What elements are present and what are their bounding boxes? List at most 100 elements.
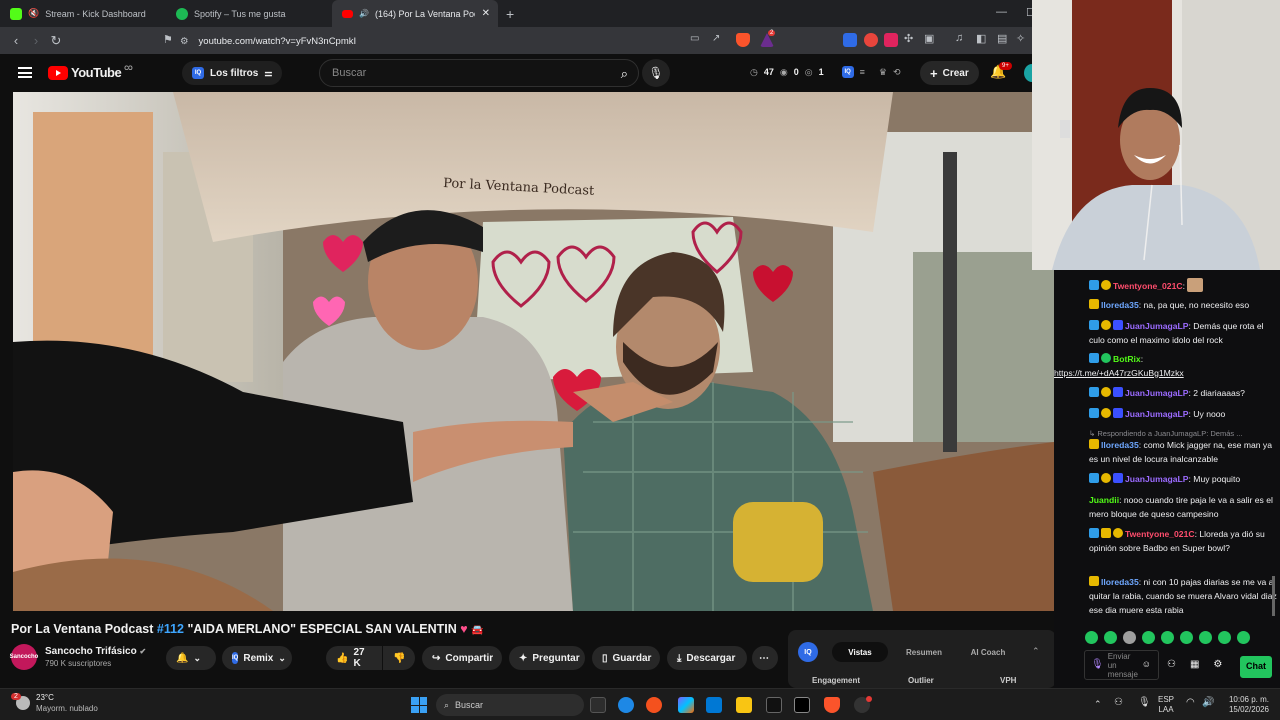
task-view-icon[interactable] (590, 697, 606, 713)
search-icon[interactable]: ⌕ (621, 66, 628, 82)
back-icon[interactable]: ‹ (6, 33, 26, 48)
tab-vistas[interactable]: Vistas (832, 642, 888, 662)
chat-username[interactable]: lloreda35 (1101, 440, 1139, 450)
chat-username[interactable]: BotRix (1113, 354, 1141, 364)
collapse-icon[interactable]: ⌃ (1032, 646, 1040, 657)
share-icon[interactable]: ↗ (712, 33, 720, 44)
emoji-icon[interactable]: ☺ (1142, 658, 1151, 672)
chat-username[interactable]: Juandii (1089, 495, 1119, 505)
save-button[interactable]: ▯ Guardar (592, 646, 660, 670)
more-actions-button[interactable]: ⋯ (752, 646, 778, 670)
file-explorer-icon[interactable] (736, 697, 752, 713)
emote-icon[interactable] (1161, 631, 1174, 644)
forward-icon[interactable]: › (26, 33, 46, 48)
emote-icon[interactable] (1104, 631, 1117, 644)
wifi-icon[interactable]: ◠ (1186, 698, 1195, 708)
volume-icon[interactable]: 🔊 (1202, 698, 1214, 708)
edge-icon[interactable] (618, 697, 634, 713)
video-player[interactable]: Por la Ventana Podcast (13, 92, 1054, 611)
emote-icon[interactable] (1218, 631, 1231, 644)
extensions-puzzle-icon[interactable]: ✣ (904, 32, 913, 45)
bookmark-icon[interactable]: ⚑ (163, 33, 173, 46)
wallet-icon[interactable]: ▤ (997, 32, 1007, 45)
refresh-icon[interactable]: ⟲ (893, 67, 901, 78)
emote-icon[interactable] (1199, 631, 1212, 644)
chat-username[interactable]: lloreda35 (1101, 577, 1139, 587)
chat-username[interactable]: JuanJumagaLP (1125, 388, 1189, 398)
sidebar-icon[interactable]: ◧ (976, 32, 986, 45)
youtube-logo[interactable]: YouTube CO (48, 65, 133, 80)
emote-icon[interactable] (1180, 631, 1193, 644)
epic-games-icon[interactable] (794, 697, 810, 713)
tab-spotify[interactable]: Spotify – Tus me gusta (166, 0, 332, 27)
chat-username[interactable]: JuanJumagaLP (1125, 409, 1189, 419)
tab-resumen[interactable]: Resumen (896, 642, 952, 662)
emote-icon[interactable] (1123, 631, 1136, 644)
reload-icon[interactable]: ↻ (46, 33, 66, 49)
mic-icon[interactable]: 🎙 (1091, 658, 1104, 672)
tab-ai-coach[interactable]: AI Coach (958, 642, 1018, 662)
windows-start-icon[interactable] (411, 697, 427, 713)
emote-icon[interactable] (1237, 631, 1250, 644)
like-button[interactable]: 👍 27 K (326, 646, 382, 670)
voice-search-icon[interactable]: 🎙 (642, 59, 670, 87)
media-icon[interactable]: ♫ (955, 32, 963, 44)
hamburger-menu-icon[interactable] (18, 67, 32, 78)
new-tab-button[interactable]: + (498, 0, 522, 27)
chat-username[interactable]: JuanJumagaLP (1125, 321, 1189, 331)
cast-icon[interactable]: ▭ (690, 33, 699, 44)
send-chat-button[interactable]: Chat (1240, 656, 1272, 678)
subscription-bell-button[interactable]: 🔔 ⌄ (166, 646, 216, 670)
emote-icon[interactable] (1142, 631, 1155, 644)
tray-mic-icon[interactable]: 🎙 (1138, 698, 1151, 708)
brave-shield-icon[interactable] (736, 33, 750, 47)
extension-iq-icon[interactable] (843, 33, 857, 47)
store-icon[interactable] (706, 697, 722, 713)
chat-link[interactable]: https://t.me/+dA47rzGKuBg1Mzkx (1054, 368, 1184, 378)
search-input[interactable]: Buscar ⌕ (319, 59, 639, 87)
close-tab-icon[interactable]: ✕ (482, 8, 490, 19)
store-icon[interactable]: ▦ (1190, 658, 1199, 672)
extension-box-icon[interactable]: ▣ (924, 32, 934, 45)
iq-icon[interactable]: IQ (841, 66, 854, 78)
terminal-icon[interactable] (766, 697, 782, 713)
clock[interactable]: 10:06 p. m. 15/02/2026 (1222, 695, 1276, 715)
filters-button[interactable]: IQ Los filtros ⚌ (182, 61, 283, 85)
download-button[interactable]: ⤓ Descargar (667, 646, 747, 670)
taskbar-search[interactable]: ⌕ Buscar (436, 694, 584, 716)
minimize-icon[interactable]: — (996, 6, 1007, 18)
chat-username[interactable]: Twentyone_021C (1113, 281, 1183, 291)
list-icon[interactable]: ≡ (860, 67, 865, 77)
copilot-icon[interactable] (646, 697, 662, 713)
speaker-icon[interactable]: 🔊 (359, 9, 369, 18)
ask-button[interactable]: ✦ Preguntar (509, 646, 585, 670)
chat-username[interactable]: Twentyone_021C (1125, 529, 1195, 539)
trophy-icon[interactable]: ♛ (879, 67, 887, 78)
leo-ai-icon[interactable]: ✧ (1016, 32, 1025, 45)
tray-chevron-icon[interactable]: ⌃ (1094, 699, 1102, 709)
chat-username[interactable]: lloreda35 (1101, 300, 1139, 310)
tray-people-icon[interactable]: ⚇ (1114, 698, 1123, 708)
m365-icon[interactable] (678, 697, 694, 713)
share-button[interactable]: ↪ Compartir (422, 646, 502, 670)
tab-kick-dashboard[interactable]: 🔇 Stream - Kick Dashboard (0, 0, 166, 27)
channel-name[interactable]: Sancocho Trifásico ✔ (45, 646, 146, 657)
extension-m-icon[interactable] (884, 33, 898, 47)
mute-icon[interactable]: 🔇 (28, 8, 39, 19)
emote-icon[interactable] (1085, 631, 1098, 644)
tab-youtube[interactable]: 🔊 (164) Por La Ventana Podcast ✕ (332, 0, 498, 27)
remix-button[interactable]: IQ Remix ⌄ (222, 646, 292, 670)
dislike-button[interactable]: 👎 (383, 646, 415, 670)
brave-icon[interactable] (824, 697, 840, 713)
title-hashtag[interactable]: #112 (157, 622, 184, 636)
site-settings-icon[interactable]: ⚙ (180, 36, 189, 47)
extension-red-icon[interactable] (864, 33, 878, 47)
weather-widget[interactable]: 2 23°C Mayorm. nublado (11, 692, 98, 714)
create-button[interactable]: + Crear (920, 61, 979, 85)
share-people-icon[interactable]: ⚇ (1167, 658, 1176, 672)
settings-gear-icon[interactable]: ⚙ (1213, 658, 1222, 672)
language-indicator[interactable]: ESP LAA (1158, 695, 1174, 715)
chat-scrollbar[interactable] (1272, 576, 1275, 616)
chat-input[interactable]: 🎙 Enviar un mensaje ☺ (1084, 650, 1159, 680)
chat-username[interactable]: JuanJumagaLP (1125, 474, 1189, 484)
